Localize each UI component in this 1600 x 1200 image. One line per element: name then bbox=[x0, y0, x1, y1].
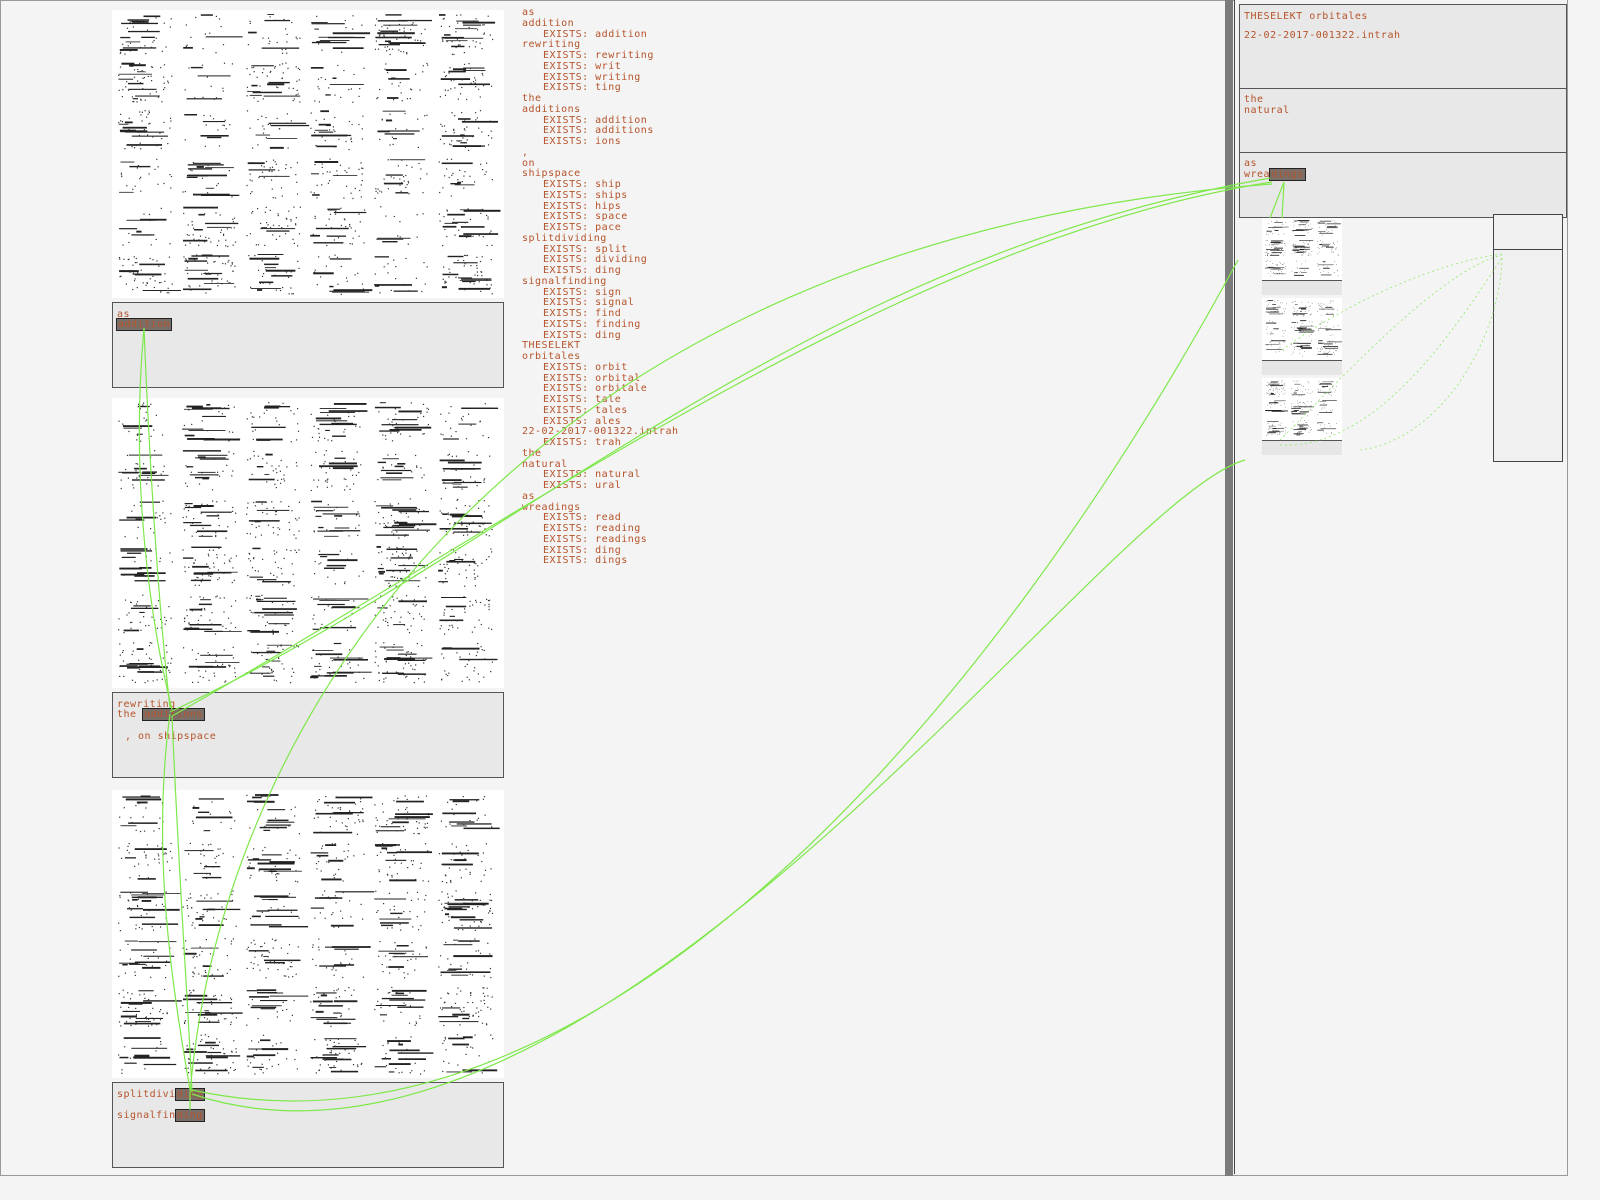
mini-link-curve bbox=[1281, 253, 1503, 351]
link-curve bbox=[171, 715, 193, 1093]
link-curve bbox=[191, 259, 1239, 1102]
link-curve bbox=[191, 459, 1246, 1112]
mini-link-curve bbox=[1359, 257, 1503, 451]
link-curve bbox=[138, 327, 173, 711]
link-curve bbox=[143, 327, 171, 709]
link-curves-overlay bbox=[138, 177, 1503, 1112]
link-curves bbox=[138, 177, 1285, 1112]
link-curve bbox=[171, 181, 1273, 717]
link-curve bbox=[161, 713, 191, 1091]
mini-link-curve bbox=[1279, 254, 1503, 441]
link-curve bbox=[189, 183, 1273, 1095]
link-curve bbox=[169, 177, 1271, 713]
mini-link-curve bbox=[1279, 257, 1503, 446]
mini-link-curves bbox=[1279, 253, 1503, 451]
